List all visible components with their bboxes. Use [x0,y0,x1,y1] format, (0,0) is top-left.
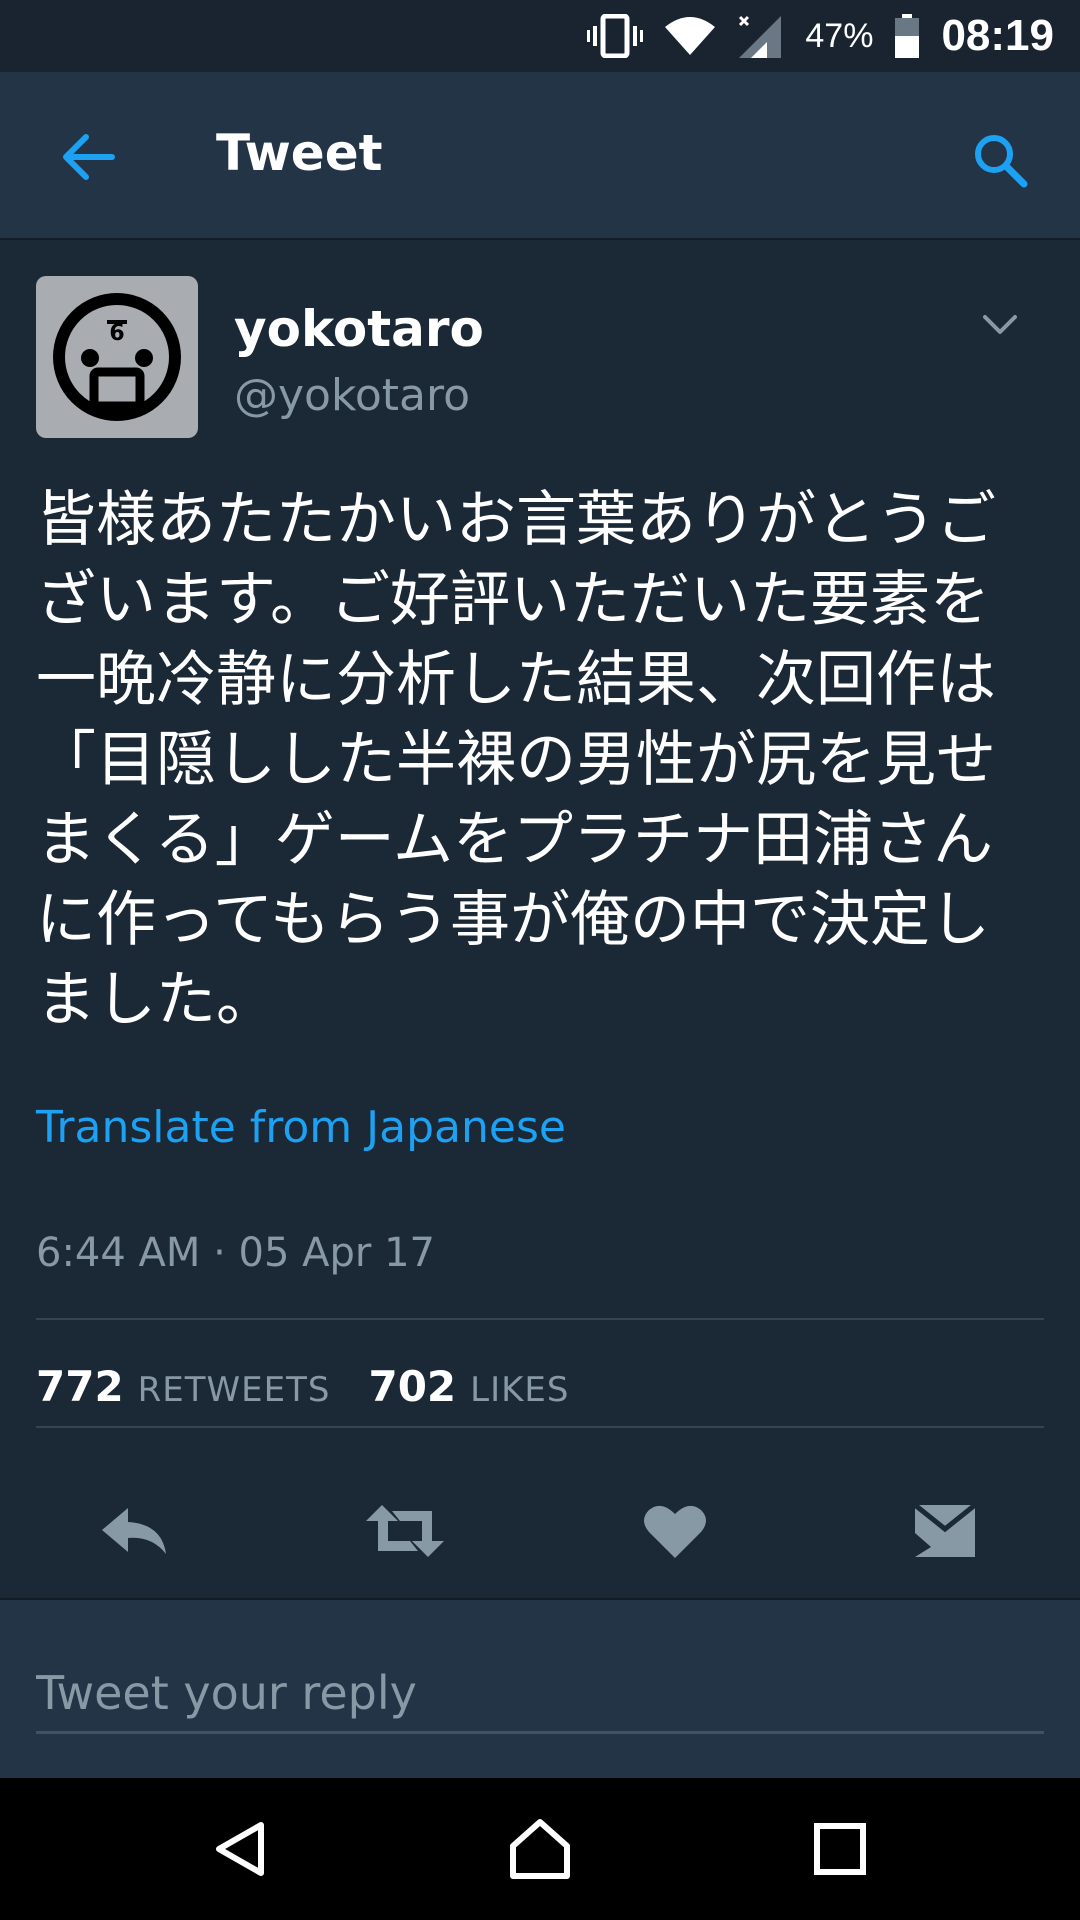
tweet-stats: 772 RETWEETS 702 LIKES [36,1362,608,1411]
nav-recents-button[interactable] [795,1804,885,1894]
retweets-stat[interactable]: 772 RETWEETS [36,1362,330,1411]
retweet-count: 772 [36,1362,124,1411]
clock: 08:19 [941,11,1054,60]
translate-link[interactable]: Translate from Japanese [36,1102,566,1153]
tweet-options-button[interactable] [970,300,1030,350]
status-bar: 47% 08:19 [0,0,1080,72]
retweet-label: RETWEETS [137,1370,331,1410]
avatar[interactable]: 6 [36,276,198,438]
svg-text:6: 6 [109,321,124,346]
nav-home-button[interactable] [495,1804,585,1894]
user-handle[interactable]: @yokotaro [234,370,470,421]
message-icon [913,1503,977,1557]
arrow-left-icon [63,134,115,180]
wifi-icon [665,17,716,55]
direct-message-button[interactable] [890,1476,1000,1586]
chevron-down-icon [983,315,1017,334]
battery-icon [895,14,920,58]
like-count: 702 [368,1362,457,1411]
retweet-icon [366,1505,444,1557]
tweet-detail: 6 yokotaro @yokotaro 皆様あたたかいお言葉ありがとうございま… [0,240,1080,1598]
divider [36,1426,1044,1428]
vibrate-icon [587,14,644,58]
nav-back-button[interactable] [196,1804,286,1894]
home-icon [510,1819,570,1879]
reply-icon [102,1508,166,1554]
tweet-timestamp: 6:44 AM · 05 Apr 17 [36,1230,435,1276]
system-nav-bar [0,1778,1080,1920]
like-button[interactable] [620,1476,730,1586]
app-bar: Tweet [0,72,1080,240]
reply-bar [0,1598,1080,1778]
back-button[interactable] [48,122,128,192]
retweet-button[interactable] [350,1476,460,1586]
likes-stat[interactable]: 702 LIKES [368,1362,569,1411]
reply-input[interactable] [36,1654,1044,1734]
heart-icon [644,1505,706,1558]
tweet-text: 皆様あたたかいお言葉ありがとうございます。ご好評いただいた要素を一晩冷静に分析し… [36,485,996,1035]
divider [36,1318,1044,1320]
reply-button[interactable] [80,1476,190,1586]
cell-signal-icon [739,15,782,58]
back-triangle-icon [216,1822,264,1876]
page-title: Tweet [216,124,383,182]
recents-icon [814,1823,866,1875]
display-name[interactable]: yokotaro [234,300,484,358]
tweet-actions [0,1476,1080,1596]
battery-percent: 47% [805,16,874,55]
search-icon [975,135,1028,188]
search-button[interactable] [960,120,1040,200]
like-label: LIKES [470,1370,570,1410]
avatar-face-icon: 6 [53,293,181,421]
